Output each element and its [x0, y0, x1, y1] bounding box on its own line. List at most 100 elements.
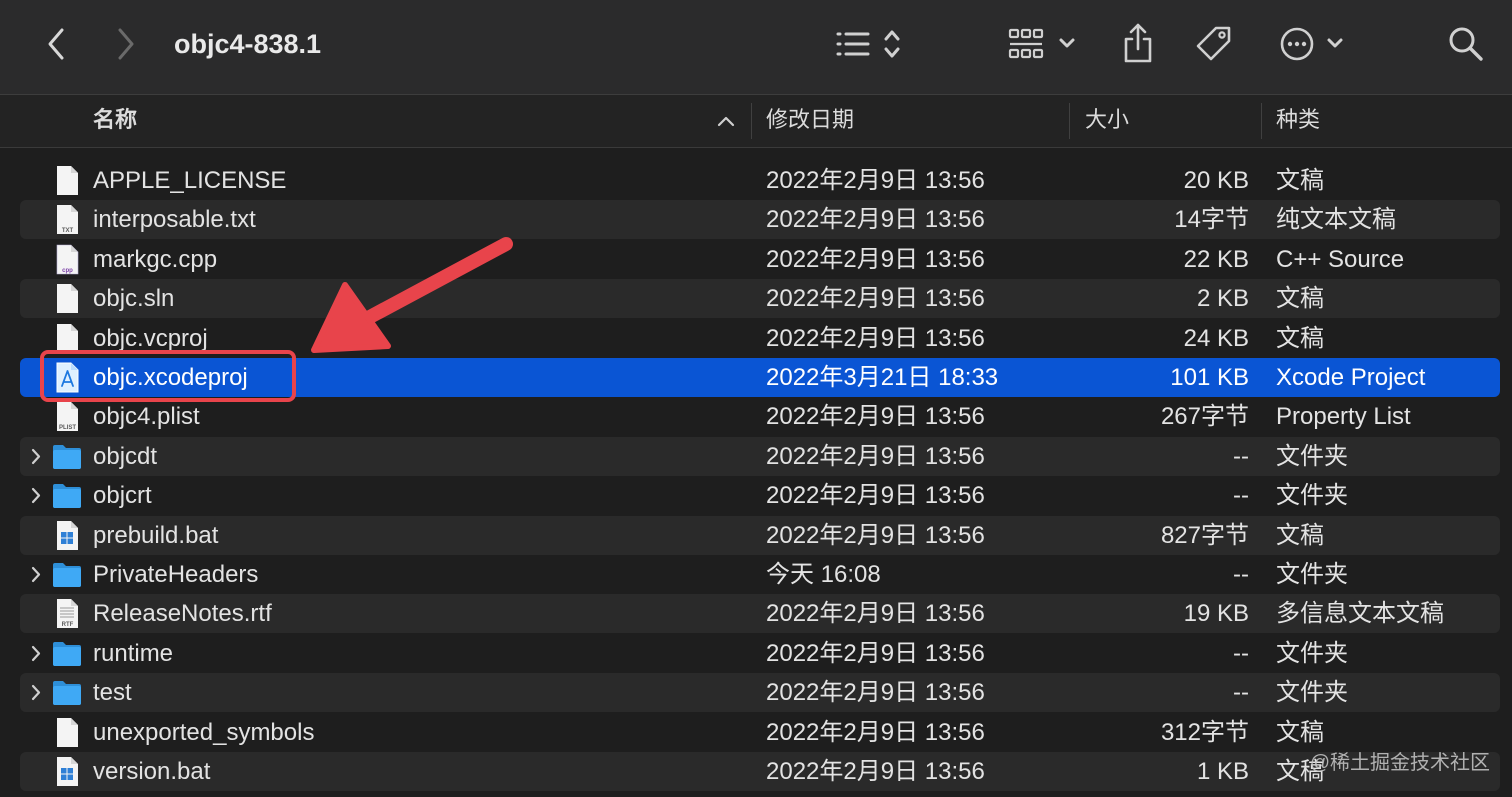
file-row[interactable]: unexported_symbols 2022年2月9日 13:56 312字节 文稿 — [20, 713, 1500, 752]
name-column-header[interactable]: 名称 — [93, 95, 137, 147]
view-options-button[interactable] — [828, 24, 908, 64]
file-row[interactable]: RTF ReleaseNotes.rtf 2022年2月9日 13:56 19 KB 多… — [20, 594, 1500, 634]
chevron-left-icon — [48, 28, 64, 60]
file-kind: Property List — [1276, 403, 1411, 431]
plist-file-icon: PLIST — [57, 402, 78, 432]
modified-date: 2022年2月9日 13:56 — [766, 206, 985, 234]
modified-date: 2022年3月21日 18:33 — [766, 364, 999, 391]
modified-date: 2022年2月9日 13:56 — [766, 600, 985, 628]
share-button[interactable] — [1116, 20, 1160, 66]
modified-date: 2022年2月9日 13:56 — [766, 245, 985, 273]
file-kind: 多信息文本文稿 — [1276, 600, 1444, 628]
modified-date: 2022年2月9日 13:56 — [766, 679, 985, 707]
folder-row[interactable]: test 2022年2月9日 13:56 -- 文件夹 — [20, 673, 1500, 713]
file-kind: 文稿 — [1276, 324, 1324, 352]
forward-button[interactable] — [106, 24, 146, 64]
svg-text:RTF: RTF — [62, 622, 74, 628]
column-divider[interactable] — [1069, 103, 1070, 139]
column-divider[interactable] — [751, 103, 752, 139]
file-kind: 文件夹 — [1276, 442, 1348, 470]
file-kind: 文件夹 — [1276, 482, 1348, 510]
file-kind: 文件夹 — [1276, 561, 1348, 588]
document-icon — [57, 284, 78, 314]
disclosure-triangle-icon[interactable] — [28, 644, 44, 663]
cpp-file-icon: cpp — [56, 244, 79, 275]
column-header: 名称 修改日期 大小 种类 — [0, 95, 1512, 148]
windows-batch-file-icon — [57, 757, 78, 786]
modified-date: 2022年2月9日 13:56 — [766, 324, 985, 352]
modified-date: 2022年2月9日 13:56 — [766, 639, 985, 667]
folder-row[interactable]: runtime 2022年2月9日 13:56 -- 文件夹 — [20, 634, 1500, 673]
file-kind: 纯文本文稿 — [1276, 206, 1396, 234]
sort-ascending-icon[interactable] — [714, 109, 738, 133]
file-size: 20 KB — [1183, 167, 1249, 194]
file-row[interactable]: objc.sln 2022年2月9日 13:56 2 KB 文稿 — [20, 279, 1500, 319]
file-row[interactable]: cpp markgc.cpp 2022年2月9日 13:56 22 KB C++ Sou… — [20, 240, 1500, 279]
more-actions-button[interactable] — [1276, 22, 1348, 66]
modified-date: 2022年2月9日 13:56 — [766, 403, 985, 431]
modified-date: 2022年2月9日 13:56 — [766, 758, 985, 785]
file-row[interactable]: TXT interposable.txt 2022年2月9日 13:56 14字节 纯文… — [20, 200, 1500, 240]
file-size: -- — [1233, 679, 1249, 707]
file-size: -- — [1233, 442, 1249, 470]
file-size: 312字节 — [1160, 718, 1249, 746]
column-divider[interactable] — [1261, 103, 1262, 139]
folder-icon — [53, 444, 81, 469]
rich-text-document-icon: RTF — [57, 599, 78, 629]
file-row[interactable]: APPLE_LICENSE 2022年2月9日 13:56 20 KB 文稿 — [20, 161, 1500, 200]
file-size: 19 KB — [1183, 600, 1249, 628]
size-column-header[interactable]: 大小 — [1085, 95, 1129, 147]
window-title: objc4-838.1 — [174, 29, 322, 59]
file-size: 14字节 — [1174, 206, 1249, 234]
file-name: APPLE_LICENSE — [93, 167, 287, 194]
file-row[interactable]: PLIST objc4.plist 2022年2月9日 13:56 267字节 Prop… — [20, 397, 1500, 436]
ellipsis-circle-icon — [1280, 27, 1343, 61]
date-column-header[interactable]: 修改日期 — [766, 95, 854, 147]
file-name: test — [93, 679, 132, 707]
highlight-box — [40, 350, 296, 402]
file-kind: 文件夹 — [1276, 639, 1348, 667]
disclosure-triangle-icon[interactable] — [28, 683, 44, 702]
disclosure-triangle-icon[interactable] — [28, 447, 44, 466]
disclosure-triangle-icon[interactable] — [28, 486, 44, 505]
file-name: prebuild.bat — [93, 521, 219, 549]
file-name: objcdt — [93, 442, 158, 470]
svg-text:cpp: cpp — [62, 268, 73, 274]
modified-date: 2022年2月9日 13:56 — [766, 718, 985, 746]
file-name: version.bat — [93, 758, 211, 785]
file-row[interactable]: prebuild.bat 2022年2月9日 13:56 827字节 文稿 — [20, 515, 1500, 555]
file-name: objc4.plist — [93, 403, 200, 431]
file-row[interactable]: version.bat 2022年2月9日 13:56 1 KB 文稿 — [20, 752, 1500, 791]
modified-date: 2022年2月9日 13:56 — [766, 167, 985, 194]
group-button[interactable] — [1004, 24, 1080, 64]
folder-row[interactable]: objcrt 2022年2月9日 13:56 -- 文件夹 — [20, 476, 1500, 515]
file-size: 267字节 — [1160, 403, 1249, 431]
folder-row[interactable]: objcdt 2022年2月9日 13:56 -- 文件夹 — [20, 436, 1500, 476]
modified-date: 2022年2月9日 13:56 — [766, 285, 985, 313]
back-button[interactable] — [36, 24, 76, 64]
file-name: PrivateHeaders — [93, 561, 259, 588]
kind-column-header[interactable]: 种类 — [1276, 95, 1320, 147]
file-name: objc.sln — [93, 285, 175, 313]
file-size: 1 KB — [1196, 758, 1249, 785]
file-name: interposable.txt — [93, 206, 256, 234]
file-kind: C++ Source — [1276, 245, 1405, 273]
modified-date: 2022年2月9日 13:56 — [766, 521, 985, 549]
list-view-icon — [836, 30, 900, 58]
folder-icon — [53, 484, 81, 509]
file-kind: 文稿 — [1276, 167, 1324, 194]
folder-icon — [53, 681, 81, 706]
search-button[interactable] — [1444, 22, 1488, 66]
modified-date: 2022年2月9日 13:56 — [766, 442, 985, 470]
tag-icon — [1196, 26, 1231, 61]
share-icon — [1124, 23, 1152, 63]
search-icon — [1449, 27, 1483, 61]
svg-text:PLIST: PLIST — [59, 425, 76, 431]
modified-date: 2022年2月9日 13:56 — [766, 482, 985, 510]
tag-button[interactable] — [1192, 22, 1236, 66]
file-name: ReleaseNotes.rtf — [93, 600, 272, 628]
file-name: markgc.cpp — [93, 245, 218, 273]
file-size: 24 KB — [1183, 324, 1249, 352]
folder-row[interactable]: PrivateHeaders 今天 16:08 -- 文件夹 — [20, 555, 1500, 594]
disclosure-triangle-icon[interactable] — [28, 565, 44, 584]
